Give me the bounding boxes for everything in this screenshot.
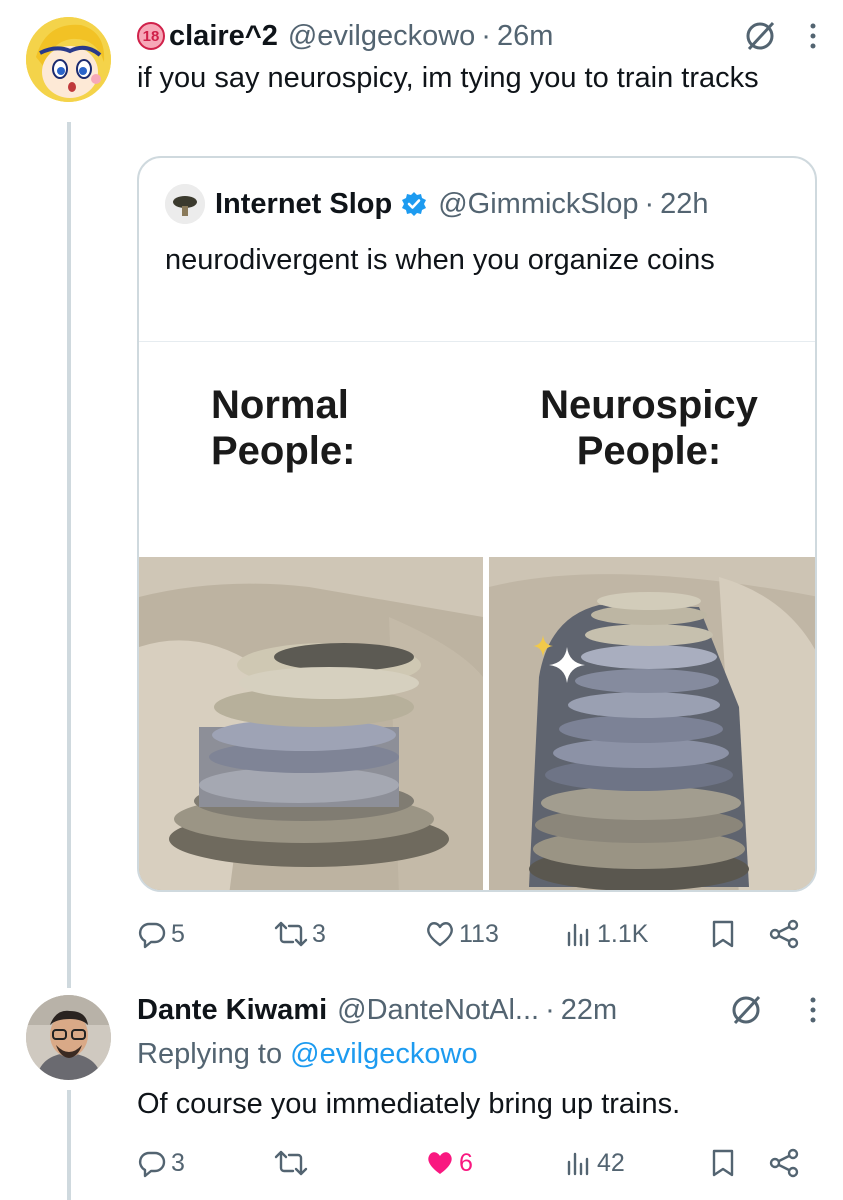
post[interactable]: 18 claire^2 @evilgeckowo · 26m if you sa… [137, 14, 819, 98]
avatar[interactable] [26, 17, 111, 102]
like-icon [425, 919, 455, 949]
more-icon[interactable] [807, 19, 819, 53]
post-text: if you say neurospicy, im tying you to t… [137, 62, 759, 94]
views-icon [565, 1148, 593, 1178]
repost-count: 3 [312, 919, 326, 948]
separator: · [481, 19, 491, 52]
views-count: 1.1K [597, 919, 649, 948]
replying-mention-link[interactable]: @evilgeckowo [290, 1038, 477, 1070]
meme-right-label: Neurospicy People: [529, 382, 769, 474]
bookmark-button[interactable] [709, 919, 737, 949]
sparkle-icon [529, 627, 589, 687]
reply-icon [137, 1148, 167, 1178]
reply-button[interactable]: 5 [137, 919, 185, 949]
quoted-author-handle[interactable]: @GimmickSlop [438, 188, 638, 221]
timestamp[interactable]: 22m [561, 994, 617, 1027]
post-header: Dante Kiwami @DanteNotAl... · 22m [137, 988, 819, 1032]
quoted-author-name[interactable]: Internet Slop [215, 188, 392, 221]
author-handle[interactable]: @evilgeckowo [288, 20, 475, 53]
views-button[interactable]: 1.1K [565, 919, 648, 949]
reply-post[interactable]: Dante Kiwami @DanteNotAl... · 22m Replyi… [137, 988, 819, 1124]
grok-icon[interactable] [729, 993, 763, 1027]
author-handle[interactable]: @DanteNotAl... [337, 994, 539, 1027]
reply-count: 5 [171, 919, 185, 948]
meme-label-line: People: [211, 429, 356, 473]
share-button[interactable] [767, 919, 801, 949]
repost-icon [274, 1148, 308, 1178]
views-count: 42 [597, 1148, 625, 1177]
author-name[interactable]: Dante Kiwami [137, 994, 327, 1027]
bookmark-icon [709, 919, 737, 949]
reply-count: 3 [171, 1148, 185, 1177]
like-button[interactable]: 113 [425, 919, 499, 949]
like-icon [425, 1148, 455, 1178]
coin-stack-sorted-photo [489, 557, 815, 890]
views-icon [565, 919, 593, 949]
share-icon [767, 1148, 801, 1178]
repost-button[interactable]: 3 [274, 919, 326, 949]
like-button[interactable]: 6 [425, 1148, 473, 1178]
age-badge-icon: 18 [137, 22, 165, 50]
post-text: Of course you immediately bring up train… [137, 1088, 681, 1120]
avatar[interactable] [165, 184, 205, 224]
grok-icon[interactable] [743, 19, 777, 53]
share-icon [767, 919, 801, 949]
replying-prefix: Replying to [137, 1038, 283, 1070]
views-button[interactable]: 42 [565, 1148, 625, 1178]
quoted-post-header: Internet Slop @GimmickSlop · 22h [165, 184, 709, 224]
quoted-post-text: neurodivergent is when you organize coin… [165, 244, 715, 276]
reply-button[interactable]: 3 [137, 1148, 185, 1178]
author-name[interactable]: claire^2 [169, 20, 278, 53]
post-header: 18 claire^2 @evilgeckowo · 26m [137, 14, 819, 58]
separator: · [644, 187, 655, 220]
timestamp[interactable]: 26m [497, 20, 553, 53]
meme-image[interactable]: Normal People: Neurospicy People: [139, 341, 815, 890]
more-icon[interactable] [807, 993, 819, 1027]
like-count: 6 [459, 1148, 473, 1177]
verified-icon [400, 190, 428, 218]
meme-label-line: Neurospicy [540, 383, 758, 427]
quoted-post[interactable]: Internet Slop @GimmickSlop · 22h neurodi… [137, 156, 817, 892]
meme-left-label: Normal People: [211, 382, 355, 474]
like-count: 113 [459, 919, 499, 948]
post-actions: 5 3 113 1.1K [137, 914, 807, 954]
bookmark-icon [709, 1148, 737, 1178]
repost-button[interactable] [274, 1148, 312, 1178]
separator: · [545, 993, 555, 1026]
timestamp[interactable]: 22h [660, 188, 708, 221]
repost-icon [274, 919, 308, 949]
thread-line [67, 122, 71, 988]
meme-label-line: People: [576, 429, 722, 473]
reply-icon [137, 919, 167, 949]
bookmark-button[interactable] [709, 1148, 737, 1178]
meme-label-line: Normal [211, 383, 349, 427]
thread-line [67, 1090, 71, 1200]
share-button[interactable] [767, 1148, 801, 1178]
coin-stack-messy-photo [139, 557, 483, 890]
avatar[interactable] [26, 995, 111, 1080]
replying-to: Replying to @evilgeckowo [137, 1034, 819, 1074]
post-actions: 3 6 42 [137, 1143, 807, 1183]
